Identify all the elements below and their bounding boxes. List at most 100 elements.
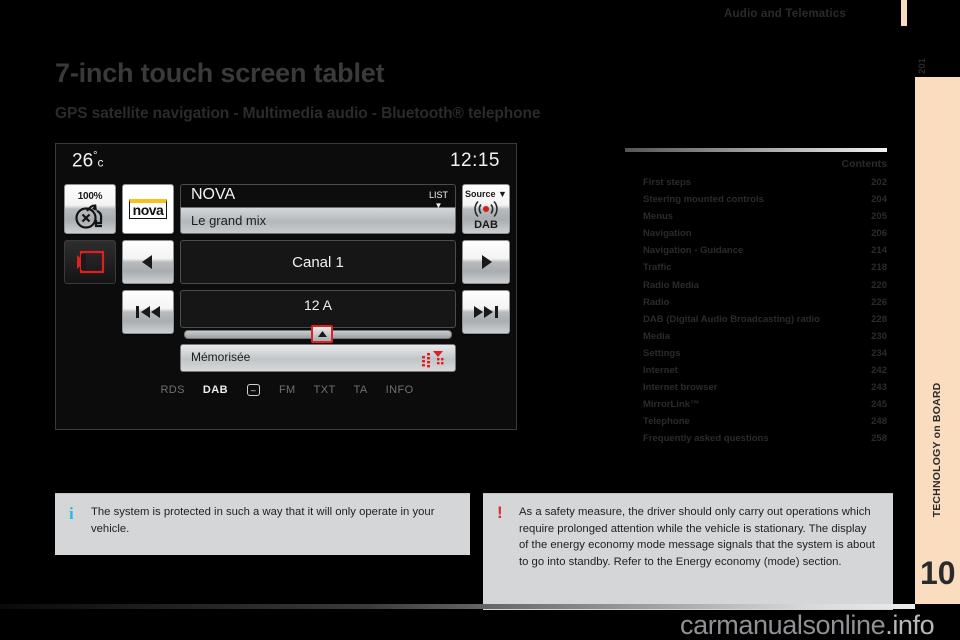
mute-icon	[75, 203, 103, 229]
list-button[interactable]: LIST ▼	[428, 190, 448, 211]
contents-row-page: 206	[871, 228, 887, 240]
contents-row[interactable]: Steering mounted controls 204	[625, 193, 887, 210]
info-note-text: The system is protected in such a way th…	[91, 506, 435, 535]
station-text-row: Le grand mix	[180, 207, 456, 234]
warning-icon: !	[497, 503, 503, 522]
contents-row[interactable]: First steps 202	[625, 176, 887, 193]
radio-mode-tag[interactable]: TXT	[314, 384, 336, 396]
skip-back-icon	[136, 306, 160, 318]
contents-row-page: 248	[871, 416, 887, 428]
contents-row-page: 242	[871, 365, 887, 377]
memorised-label: Mémorisée	[191, 350, 251, 364]
watermark: carmanualsonline.info	[680, 610, 935, 640]
contents-row-label: Media	[643, 330, 670, 342]
page-header-title: Audio and Telematics	[724, 8, 847, 20]
contents-row-label: Radio	[643, 296, 670, 308]
source-label: Source ▼	[465, 188, 507, 199]
next-channel-button[interactable]	[462, 240, 510, 284]
station-logo-button[interactable]: nova	[122, 184, 174, 234]
channel-display[interactable]: Canal 1	[180, 240, 456, 284]
warning-note-box: ! As a safety measure, the driver should…	[483, 493, 893, 610]
station-text: Le grand mix	[191, 213, 267, 228]
contents-row-label: Internet browser	[643, 382, 718, 394]
memorised-bar[interactable]: Mémorisée	[180, 344, 456, 372]
source-button[interactable]: Source ▼ DAB	[462, 184, 510, 234]
source-value: DAB	[474, 218, 498, 231]
contents-row[interactable]: Menus 205	[625, 210, 887, 227]
chevron-down-icon: ▼	[434, 201, 443, 210]
contents-row[interactable]: DAB (Digital Audio Broadcasting) radio 22…	[625, 313, 887, 330]
radio-mode-tag[interactable]: DAB	[203, 384, 228, 396]
chapter-number: 10	[920, 555, 956, 591]
touch-screen-tablet: 26°c 12:15 100% nova NOVA Le grand mix L…	[55, 143, 517, 430]
contents-row-label: MirrorLink™	[643, 399, 700, 411]
list-label: LIST	[428, 190, 448, 200]
watermark-suffix: .info	[885, 610, 935, 640]
contents-row[interactable]: Traffic 218	[625, 261, 887, 278]
contents-row-label: Steering mounted controls	[643, 194, 764, 206]
footer-rule	[0, 604, 915, 609]
info-note-box: i The system is protected in such a way …	[55, 493, 470, 555]
contents-row-label: Navigation - Guidance	[643, 245, 744, 257]
chapter-label: TECHNOLOGY on BOARD	[931, 382, 943, 518]
contents-row-label: Navigation	[643, 228, 692, 240]
contents-row[interactable]: Internet browser 243	[625, 381, 887, 398]
contents-row-page: 230	[871, 330, 887, 342]
contents-gradient-rule	[625, 148, 887, 152]
page-title: 7-inch touch screen tablet	[55, 58, 385, 88]
contents-row[interactable]: MirrorLink™ 245	[625, 398, 887, 415]
contents-row-label: Frequently asked questions	[643, 433, 769, 445]
radio-mode-tag[interactable]: RDS	[160, 384, 184, 396]
triangle-left-icon	[142, 255, 152, 269]
warning-note-text: As a safety measure, the driver should o…	[519, 506, 876, 568]
triangle-right-icon	[482, 255, 492, 269]
mute-volume-button[interactable]: 100%	[64, 184, 116, 234]
contents-row-label: First steps	[643, 177, 692, 188]
contents-row[interactable]: Telephone 248	[625, 415, 887, 432]
contents-row-page: 218	[871, 262, 887, 274]
nova-logo: nova	[128, 199, 168, 219]
frequency-value: 12 A	[303, 297, 333, 313]
triangle-up-icon	[317, 331, 327, 337]
contents-row-label: Traffic	[643, 262, 672, 274]
contents-row-label: DAB (Digital Audio Broadcasting) radio	[643, 313, 820, 325]
contents-row-page: 228	[871, 313, 887, 325]
contents-row[interactable]: Navigation - Guidance 214	[625, 244, 887, 261]
contents-row-page: 204	[871, 194, 887, 206]
contents-row-label: Settings	[643, 347, 681, 359]
chapter-sidebar	[915, 77, 960, 604]
next-track-button[interactable]	[462, 290, 510, 334]
contents-row-label: Telephone	[643, 416, 690, 428]
contents-row-page: 226	[871, 296, 887, 308]
radio-mode-tag[interactable]: INFO	[386, 384, 414, 396]
radio-mode-tag[interactable]: FM	[279, 384, 296, 396]
station-info-panel[interactable]: NOVA Le grand mix LIST ▼	[180, 184, 456, 234]
page-subtitle: GPS satellite navigation - Multimedia au…	[55, 105, 541, 122]
contents-row-page: 258	[871, 433, 887, 445]
scroll-handle[interactable]	[311, 325, 333, 343]
contents-row[interactable]: Frequently asked questions 258	[625, 432, 887, 449]
volume-percent-label: 100%	[77, 190, 103, 202]
tablet-status-bar: 26°c 12:15	[56, 144, 516, 180]
dab-mode-icon: –	[246, 384, 260, 396]
clock-display: 12:15	[449, 150, 500, 171]
contents-row-page: 205	[871, 211, 887, 223]
contents-row[interactable]: Radio Media 220	[625, 279, 887, 296]
back-arrow-icon	[77, 250, 105, 274]
page-number: 201	[916, 58, 928, 74]
contents-row[interactable]: Internet 242	[625, 364, 887, 381]
previous-track-button[interactable]	[122, 290, 174, 334]
info-icon: i	[69, 504, 74, 523]
frequency-display[interactable]: 12 A	[180, 290, 456, 328]
contents-row[interactable]: Radio 226	[625, 296, 887, 313]
chevron-down-icon: ▼	[498, 188, 507, 199]
skip-forward-icon	[474, 306, 498, 318]
contents-row-label: Internet	[643, 365, 678, 377]
contents-row[interactable]: Settings 234	[625, 347, 887, 364]
radio-mode-tag[interactable]: TA	[354, 384, 368, 396]
contents-row[interactable]: Navigation 206	[625, 227, 887, 244]
back-button[interactable]	[64, 240, 116, 284]
contents-row-label: Radio Media	[643, 279, 699, 291]
previous-channel-button[interactable]	[122, 240, 174, 284]
contents-row[interactable]: Media 230	[625, 330, 887, 347]
